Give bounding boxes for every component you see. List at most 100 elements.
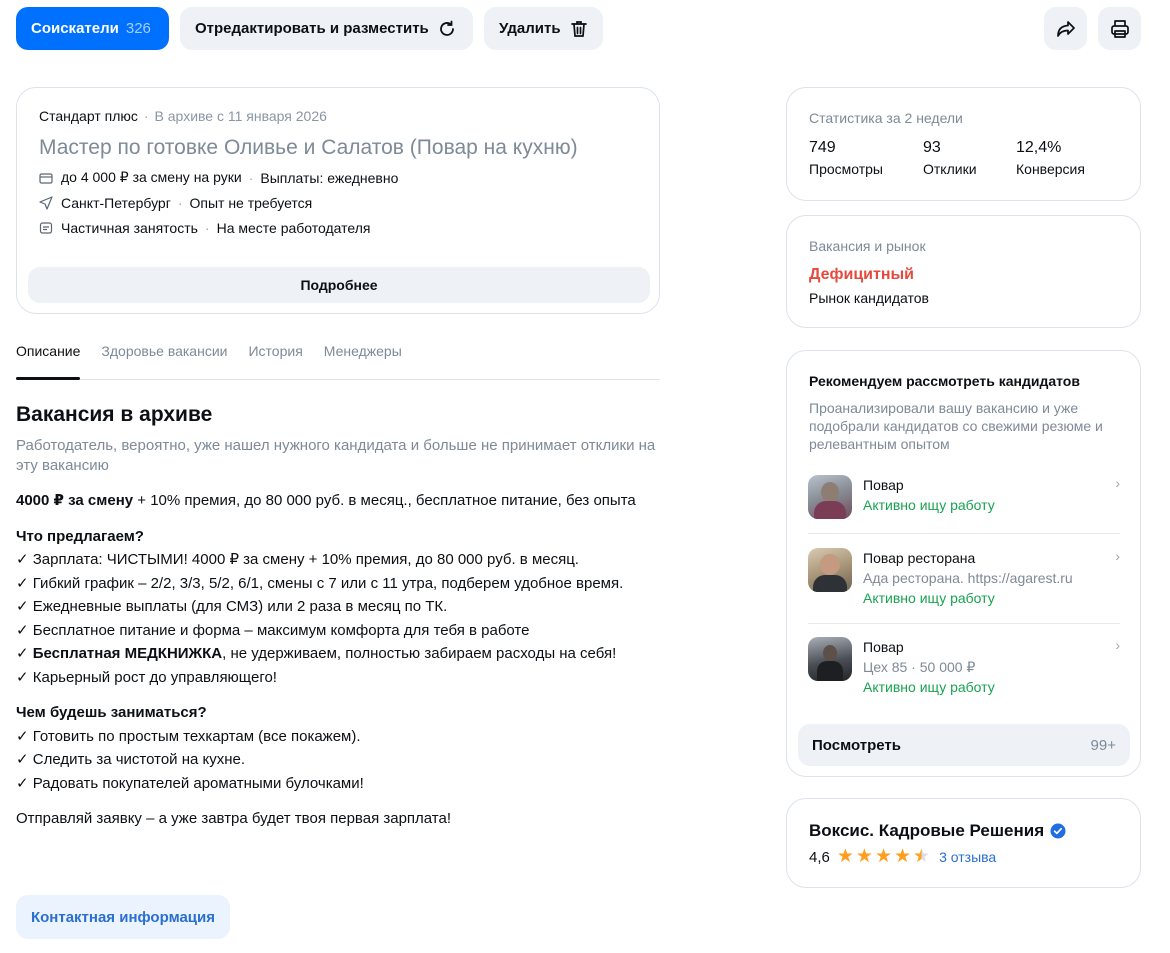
offer-item-bold: ✓ Бесплатная МЕДКНИЖКА (16, 645, 223, 662)
reviews-link[interactable]: 3 отзыва (939, 849, 996, 865)
duty-item: ✓ Радовать покупателей ароматными булочк… (16, 774, 364, 792)
divider (808, 623, 1120, 624)
offer-heading: Что предлагаем? (16, 527, 144, 545)
offer-item: ✓ Бесплатное питание и форма – максимум … (16, 621, 530, 639)
duties-heading: Чем будешь заниматься? (16, 704, 207, 721)
candidate-extra: Цех 85 · 50 000 ₽ (863, 659, 976, 675)
stat-responses-value: 93 (923, 139, 941, 156)
delete-button[interactable]: Удалить (484, 7, 603, 50)
vacancy-employment: Частичная занятость (61, 220, 198, 236)
vacancy-salary: до 4 000 ₽ за смену на руки (61, 169, 242, 185)
vacancy-meta: Стандарт плюс · В архиве с 11 января 2026 (39, 108, 327, 124)
candidate-item[interactable]: Повар Цех 85 · 50 000 ₽ Активно ищу рабо… (808, 637, 1120, 697)
market-value: Дефицитный (809, 266, 914, 283)
applicants-label: Соискатели (31, 20, 119, 37)
applicants-button[interactable]: Соискатели 326 (16, 7, 169, 50)
see-all-candidates-button[interactable]: Посмотреть 99+ (798, 724, 1130, 766)
lead-paragraph: 4000 ₽ за смену + 10% премия, до 80 000 … (16, 489, 676, 513)
vacancy-experience: Опыт не требуется (189, 195, 313, 211)
verified-icon (1050, 823, 1066, 839)
vacancy-archived-date: В архиве с 11 января 2026 (154, 108, 327, 124)
tab-bar: Описание Здоровье вакансии История Менед… (16, 343, 660, 380)
market-card: Вакансия и рынок Дефицитный Рынок кандид… (786, 215, 1141, 328)
see-count: 99+ (1090, 736, 1116, 754)
offer-item: ✓ Ежедневные выплаты (для СМЗ) или 2 раз… (16, 598, 448, 615)
tab-managers[interactable]: Менеджеры (324, 343, 402, 379)
candidate-item[interactable]: Повар Активно ищу работу › (808, 475, 1120, 519)
employer-name-row[interactable]: Воксис. Кадровые Решения (809, 821, 1118, 841)
candidate-role: Повар ресторана (863, 550, 976, 566)
stat-conversion-label: Конверсия (1016, 161, 1085, 177)
candidate-status: Активно ищу работу (863, 497, 995, 513)
tab-history[interactable]: История (248, 343, 302, 379)
delete-label: Удалить (499, 20, 561, 37)
wallet-icon (39, 171, 53, 185)
avatar (808, 637, 852, 681)
offer-item: ✓ Зарплата: ЧИСТЫМИ! 4000 ₽ за смену + 1… (16, 551, 579, 568)
stats-caption: Статистика за 2 недели (809, 110, 963, 126)
edit-publish-label: Отредактировать и разместить (195, 20, 429, 37)
candidate-extra: Ада ресторана. https://agarest.ru (863, 570, 1073, 586)
offer-item: ✓ Гибкий график – 2/2, 3/3, 5/2, 6/1, см… (16, 574, 624, 592)
duty-item: ✓ Готовить по простым техкартам (все пок… (16, 727, 361, 745)
employer-rating: 4,6 (809, 848, 830, 866)
recommend-card: Рекомендуем рассмотреть кандидатов Проан… (786, 350, 1141, 777)
vacancy-location-row: Санкт-Петербург · Опыт не требуется (39, 195, 637, 211)
star-icon: ★ (836, 846, 854, 867)
stat-views-label: Просмотры (809, 161, 883, 177)
candidate-role: Повар (863, 477, 904, 493)
stat-responses-label: Отклики (923, 161, 977, 177)
tab-vacancy-health[interactable]: Здоровье вакансии (101, 343, 227, 379)
employer-card: Воксис. Кадровые Решения 4,6 ★ ★ ★ ★ ★ 3… (786, 798, 1141, 888)
applicants-count: 326 (125, 20, 151, 37)
edit-publish-button[interactable]: Отредактировать и разместить (180, 7, 473, 50)
employer-rating-row: 4,6 ★ ★ ★ ★ ★ 3 отзыва (809, 846, 1118, 867)
vacancy-employment-row: Частичная занятость · На месте работодател… (39, 220, 637, 236)
vacancy-description: Вакансия в архиве Работодатель, вероятно… (16, 402, 676, 831)
refresh-icon (437, 19, 457, 39)
recommend-description: Проанализировали вашу вакансию и уже под… (809, 400, 1103, 452)
final-paragraph: Отправляй заявку – а уже завтра будет тв… (16, 810, 452, 827)
trash-icon (569, 19, 589, 39)
avatar (808, 548, 852, 592)
star-icon: ★ (874, 846, 892, 867)
star-icon: ★ (855, 846, 873, 867)
stat-views-value: 749 (809, 139, 836, 156)
star-icon: ★ (894, 846, 912, 867)
chevron-right-icon: › (1115, 637, 1120, 653)
stat-views: 749 Просмотры (809, 139, 923, 177)
vacancy-workplace: На месте работодателя (216, 220, 371, 236)
stat-conversion-value: 12,4% (1016, 139, 1062, 156)
rating-stars: ★ ★ ★ ★ ★ (836, 846, 932, 867)
avatar (808, 475, 852, 519)
chevron-right-icon: › (1115, 475, 1120, 491)
vacancy-plan: Стандарт плюс (39, 108, 138, 124)
offer-item-rest: , не удерживаем, полностью забираем расх… (222, 645, 617, 662)
lead-bold: 4000 ₽ за смену (16, 492, 134, 509)
offer-item: ✓ Бесплатная МЕДКНИЖКА, не удерживаем, п… (16, 642, 676, 666)
calendar-icon (39, 221, 53, 235)
candidate-item[interactable]: Повар ресторана Ада ресторана. https://a… (808, 548, 1120, 608)
recommend-title: Рекомендуем рассмотреть кандидатов (809, 373, 1080, 389)
see-label: Посмотреть (812, 736, 901, 754)
divider (808, 533, 1120, 534)
print-button[interactable] (1098, 7, 1141, 50)
candidate-role: Повар (863, 639, 904, 655)
stat-conversion: 12,4% Конверсия (1016, 139, 1085, 177)
share-button[interactable] (1044, 7, 1087, 50)
lead-rest: + 10% премия, до 80 000 руб. в месяц., б… (133, 492, 636, 509)
market-subtitle: Рынок кандидатов (809, 290, 929, 306)
offer-item: ✓ Карьерный рост до управляющего! (16, 668, 277, 686)
duty-item: ✓ Следить за чистотой на кухне. (16, 751, 246, 768)
vacancy-payouts: Выплаты: ежедневно (260, 169, 399, 186)
location-arrow-icon (39, 196, 53, 210)
candidate-status: Активно ищу работу (863, 679, 995, 695)
stat-responses: 93 Отклики (923, 139, 1016, 177)
more-details-button[interactable]: Подробнее (28, 267, 650, 303)
share-icon (1055, 18, 1077, 40)
vacancy-city: Санкт-Петербург (61, 195, 171, 211)
contact-info-button[interactable]: Контактная информация (16, 895, 230, 939)
vacancy-title: Мастер по готовке Оливье и Салатов (Пова… (39, 136, 578, 159)
tab-description[interactable]: Описание (16, 343, 81, 380)
print-icon (1109, 18, 1131, 40)
